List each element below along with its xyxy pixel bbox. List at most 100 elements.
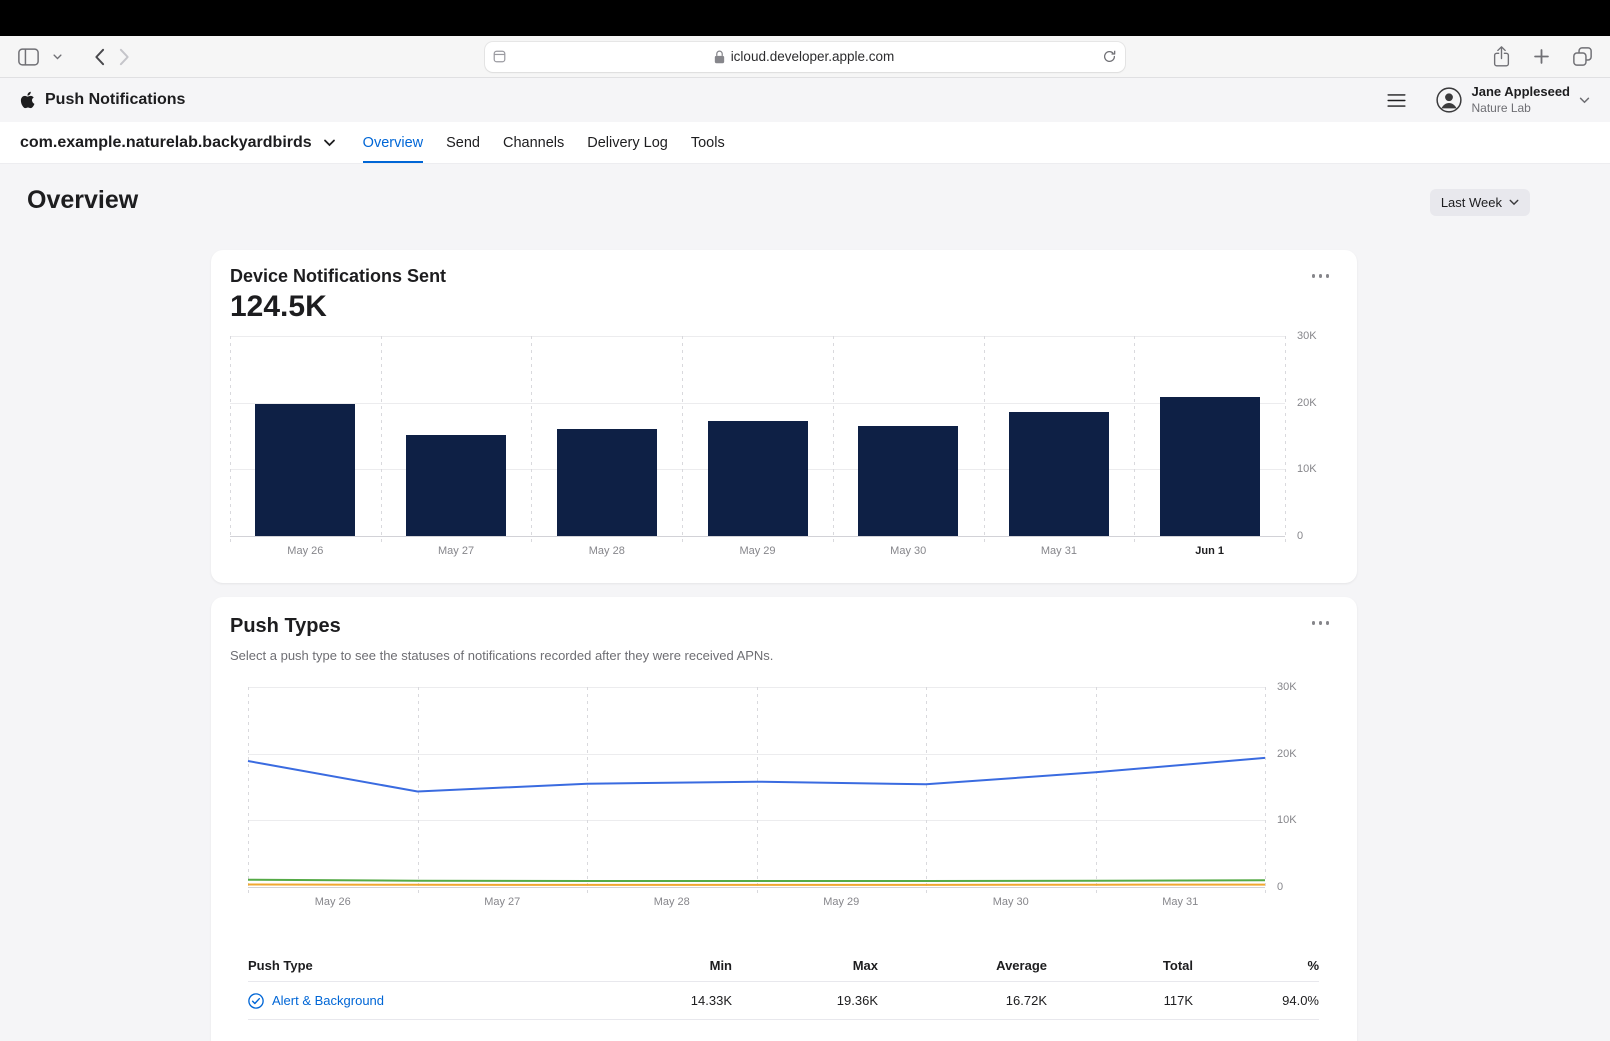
sidebar-toggle-button[interactable] [14, 44, 43, 70]
col-average: Average [878, 958, 1047, 973]
push-type-cell: Alert & Background [248, 993, 586, 1009]
x-axis-label: May 30 [993, 896, 1029, 908]
chevron-down-icon [1509, 199, 1519, 206]
tab-overview-button[interactable] [1569, 43, 1596, 70]
push-types-card: Push Types Select a push type to see the… [211, 597, 1357, 1041]
col-total: Total [1047, 958, 1193, 973]
back-button[interactable] [90, 44, 109, 70]
x-axis-label: May 27 [438, 545, 474, 557]
url-text: icloud.developer.apple.com [731, 49, 895, 64]
card-subtitle: Select a push type to see the statuses o… [230, 648, 773, 663]
bar-chart: 30K20K10K0May 26May 27May 28May 29May 30… [230, 336, 1285, 536]
browser-toolbar: icloud.developer.apple.com [0, 36, 1610, 78]
x-axis-label: May 31 [1041, 545, 1077, 557]
col-push-type: Push Type [248, 958, 586, 973]
line-series-svg [248, 687, 1265, 887]
x-axis-label: May 31 [1162, 896, 1198, 908]
gridline [230, 336, 1285, 337]
y-axis-label: 30K [1297, 330, 1317, 342]
more-options-button[interactable] [1308, 270, 1334, 282]
series-alert-&-background [248, 758, 1265, 792]
x-axis-label: May 27 [484, 896, 520, 908]
share-button[interactable] [1489, 42, 1514, 71]
app-title: Push Notifications [45, 91, 185, 109]
apple-logo-icon [20, 91, 35, 109]
gridline [682, 336, 683, 544]
y-axis-label: 10K [1277, 814, 1297, 826]
menu-button[interactable] [1383, 90, 1410, 111]
bar-may-31 [1009, 412, 1109, 536]
x-axis-label: May 28 [654, 896, 690, 908]
y-axis-label: 30K [1277, 681, 1297, 693]
tab-overview[interactable]: Overview [363, 122, 423, 163]
app-id-selector[interactable]: com.example.naturelab.backyardbirds [20, 134, 336, 152]
chevron-down-icon [323, 139, 336, 147]
bar-may-26 [255, 404, 355, 536]
bar-may-29 [708, 421, 808, 536]
y-axis-label: 0 [1277, 881, 1283, 893]
toolbar-left-group [14, 44, 485, 70]
section-tabs: Overview Send Channels Delivery Log Tool… [363, 122, 725, 163]
gridline [230, 336, 231, 544]
lock-icon [714, 50, 725, 64]
push-types-table: Push Type Min Max Average Total % Alert … [248, 950, 1319, 1020]
forward-button[interactable] [115, 44, 134, 70]
max-value: 19.36K [732, 993, 878, 1008]
table-row[interactable]: Alert & Background 14.33K 19.36K 16.72K … [248, 982, 1319, 1020]
x-axis-label: Jun 1 [1195, 545, 1224, 557]
user-menu[interactable]: Jane Appleseed Nature Lab [1436, 84, 1590, 115]
user-org: Nature Lab [1471, 101, 1530, 116]
col-percent: % [1193, 958, 1319, 973]
col-min: Min [586, 958, 732, 973]
gridline [984, 336, 985, 544]
gridline [230, 536, 1285, 537]
y-axis-label: 20K [1297, 397, 1317, 409]
gridline [1265, 687, 1266, 895]
bar-may-28 [557, 429, 657, 536]
more-options-button[interactable] [1308, 617, 1334, 629]
x-axis-label: May 26 [315, 896, 351, 908]
notifications-total: 124.5K [230, 290, 327, 324]
device-notifications-card: Device Notifications Sent 124.5K 30K20K1… [211, 250, 1357, 583]
avatar-icon [1436, 87, 1462, 113]
chevron-down-icon [1579, 97, 1590, 104]
tab-delivery-log[interactable]: Delivery Log [587, 122, 668, 163]
gridline [833, 336, 834, 544]
macos-menu-bar [0, 0, 1610, 36]
gridline [381, 336, 382, 544]
app-header: Push Notifications Jane Appleseed Nature… [0, 78, 1610, 122]
x-axis-label: May 29 [823, 896, 859, 908]
tab-channels[interactable]: Channels [503, 122, 564, 163]
user-name: Jane Appleseed [1471, 84, 1570, 100]
average-value: 16.72K [878, 993, 1047, 1008]
gridline [531, 336, 532, 544]
bar-jun-1 [1160, 397, 1260, 536]
new-tab-button[interactable] [1530, 45, 1553, 68]
website-settings-icon[interactable] [493, 50, 506, 63]
x-axis-label: May 26 [287, 545, 323, 557]
date-range-label: Last Week [1441, 195, 1502, 210]
gridline [1285, 336, 1286, 544]
card-title: Push Types [230, 615, 341, 638]
series-green-series [248, 880, 1265, 881]
bar-may-30 [858, 426, 958, 536]
y-axis-label: 0 [1297, 530, 1303, 542]
bar-may-27 [406, 435, 506, 536]
table-header-row: Push Type Min Max Average Total % [248, 950, 1319, 982]
x-axis-label: May 28 [589, 545, 625, 557]
tab-tools[interactable]: Tools [691, 122, 725, 163]
selected-check-icon [248, 993, 264, 1009]
x-axis-label: May 29 [739, 545, 775, 557]
sidebar-chevron-button[interactable] [49, 50, 66, 64]
card-title: Device Notifications Sent [230, 266, 446, 287]
line-chart: 30K20K10K0May 26May 27May 28May 29May 30… [248, 687, 1265, 887]
date-range-button[interactable]: Last Week [1430, 189, 1530, 216]
y-axis-label: 10K [1297, 463, 1317, 475]
user-text: Jane Appleseed Nature Lab [1471, 84, 1570, 115]
push-type-link[interactable]: Alert & Background [272, 993, 384, 1008]
total-value: 117K [1047, 993, 1193, 1008]
reload-button[interactable] [1102, 49, 1117, 64]
address-bar[interactable]: icloud.developer.apple.com [485, 42, 1125, 72]
tab-send[interactable]: Send [446, 122, 480, 163]
x-axis-label: May 30 [890, 545, 926, 557]
